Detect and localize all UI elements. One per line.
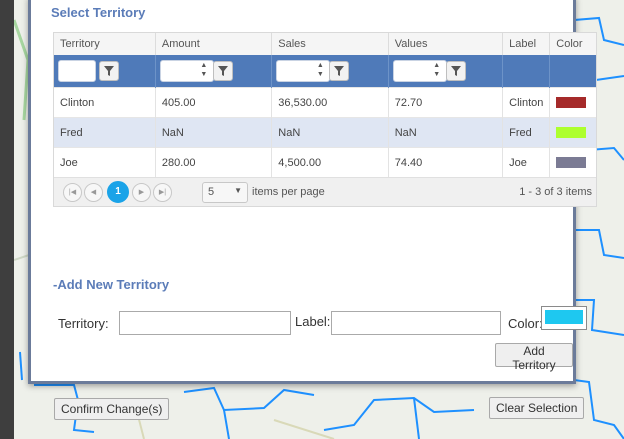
grid-pager: |◀ ◀ 1 ▶ ▶| 5 ▼ items per page 1 - 3 of …	[54, 177, 596, 206]
clear-selection-button[interactable]: Clear Selection	[489, 397, 585, 419]
color-picker[interactable]	[541, 306, 587, 330]
dialog-title: Select Territory	[51, 5, 146, 20]
color-swatch	[556, 127, 587, 139]
label-field-label: Label:	[295, 314, 331, 329]
cell-values: 74.40	[387, 147, 503, 177]
last-page-icon[interactable]: ▶|	[153, 183, 172, 202]
filter-row: ▲ ▼ ▲ ▼ ▲ ▼	[54, 55, 596, 88]
cell-sales: 4,500.00	[271, 147, 389, 177]
color-filter-cell	[549, 55, 596, 88]
color-swatch	[556, 97, 587, 109]
cell-sales: NaN	[271, 117, 389, 148]
territory-dialog: Select Territory Territory Amount Sales …	[28, 0, 597, 384]
label-filter-cell	[502, 55, 550, 88]
column-header-color[interactable]: Color	[549, 33, 596, 55]
color-field-label: Color:	[508, 316, 543, 331]
filter-icon	[334, 66, 345, 76]
amount-filter-button[interactable]	[212, 61, 233, 81]
cell-amount: 405.00	[154, 87, 272, 118]
amount-spinner-icon[interactable]: ▲ ▼	[198, 61, 210, 81]
cell-label: Clinton	[502, 87, 550, 118]
cell-values: 72.70	[387, 87, 503, 118]
table-row[interactable]: Clinton 405.00 36,530.00 72.70 Clinton	[54, 87, 596, 118]
column-header-amount[interactable]: Amount	[154, 33, 272, 55]
cell-territory: Joe	[54, 147, 156, 177]
sales-filter-button[interactable]	[329, 61, 350, 81]
territory-filter-input[interactable]	[58, 60, 96, 82]
values-filter-button[interactable]	[445, 61, 466, 81]
cell-territory: Fred	[54, 117, 156, 148]
pager-info: 1 - 3 of 3 items	[519, 186, 592, 198]
cell-territory: Clinton	[54, 87, 156, 118]
territory-field-label: Territory:	[58, 316, 109, 331]
column-header-territory[interactable]: Territory	[54, 33, 156, 55]
prev-page-icon[interactable]: ◀	[84, 183, 103, 202]
add-territory-heading[interactable]: -Add New Territory	[53, 277, 169, 292]
label-name-field[interactable]	[331, 311, 501, 335]
filter-icon	[104, 66, 114, 76]
cell-amount: NaN	[154, 117, 272, 148]
cell-label: Fred	[502, 117, 550, 148]
cell-amount: 280.00	[154, 147, 272, 177]
filter-icon	[450, 66, 461, 76]
cell-values: NaN	[387, 117, 503, 148]
cell-color	[549, 87, 596, 118]
table-row[interactable]: Joe 280.00 4,500.00 74.40 Joe	[54, 147, 596, 177]
column-header-sales[interactable]: Sales	[271, 33, 389, 55]
territory-grid: Territory Amount Sales Values Label Colo…	[53, 32, 597, 207]
next-page-icon[interactable]: ▶	[132, 183, 151, 202]
column-header-values[interactable]: Values	[387, 33, 503, 55]
table-row[interactable]: Fred NaN NaN NaN Fred	[54, 117, 596, 148]
confirm-changes-button[interactable]: Confirm Change(s)	[54, 398, 170, 420]
territory-filter-button[interactable]	[99, 61, 119, 81]
column-header-label[interactable]: Label	[502, 33, 550, 55]
cell-label: Joe	[502, 147, 550, 177]
color-picker-swatch	[545, 310, 583, 324]
left-panel-edge	[0, 0, 14, 439]
first-page-icon[interactable]: |◀	[63, 183, 82, 202]
current-page-button[interactable]: 1	[107, 181, 129, 203]
sales-spinner-icon[interactable]: ▲ ▼	[314, 61, 326, 81]
territory-name-field[interactable]	[119, 311, 291, 335]
page-size-select[interactable]: 5 ▼	[202, 182, 248, 203]
cell-color	[549, 147, 596, 177]
page-size-value: 5	[208, 186, 215, 198]
cell-color	[549, 117, 596, 148]
items-per-page-label: items per page	[252, 186, 325, 198]
values-spinner-icon[interactable]: ▲ ▼	[431, 61, 443, 81]
filter-icon	[217, 66, 228, 76]
cell-sales: 36,530.00	[271, 87, 389, 118]
add-territory-button[interactable]: Add Territory	[495, 343, 573, 372]
chevron-down-icon: ▼	[234, 186, 242, 195]
color-swatch	[556, 157, 587, 169]
